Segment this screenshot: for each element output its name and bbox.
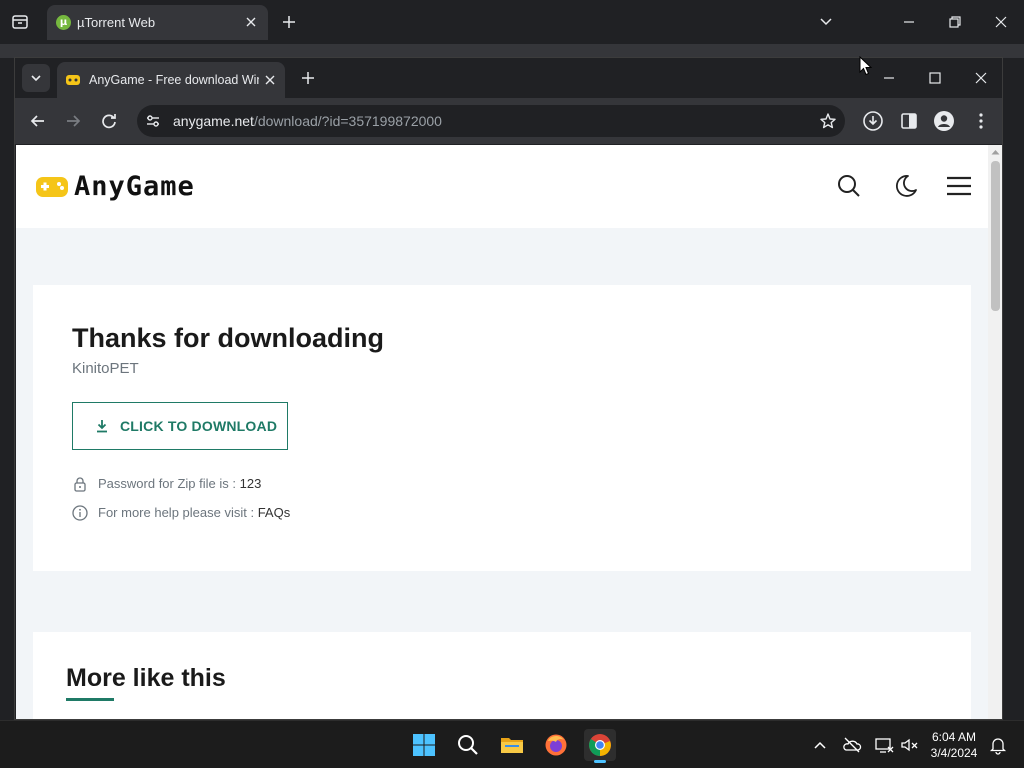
- notifications-bell-icon[interactable]: [988, 735, 1008, 755]
- faqs-link[interactable]: FAQs: [258, 505, 291, 520]
- site-settings-icon[interactable]: [145, 113, 161, 129]
- tab-utorrent-web[interactable]: µ µTorrent Web: [47, 5, 268, 40]
- password-label: Password for Zip file is :: [98, 476, 240, 491]
- reload-icon[interactable]: [98, 110, 120, 132]
- more-menu-icon[interactable]: [970, 110, 992, 132]
- url-path: /download/?id=357199872000: [253, 113, 442, 129]
- chevron-down-icon[interactable]: [816, 12, 836, 32]
- scrollbar-thumb[interactable]: [991, 161, 1000, 311]
- tab-search-button[interactable]: [22, 64, 50, 92]
- windows-taskbar: 6:04 AM 3/4/2024: [0, 720, 1024, 768]
- side-panel-icon[interactable]: [898, 110, 920, 132]
- mouse-cursor-icon: [859, 56, 873, 76]
- minimize-icon[interactable]: [899, 12, 919, 32]
- chrome-icon: [588, 733, 612, 757]
- firefox-button[interactable]: [540, 729, 572, 761]
- gamepad-logo-icon: [34, 173, 70, 201]
- click-to-download-button[interactable]: CLICK TO DOWNLOAD: [72, 402, 288, 450]
- new-tab-icon[interactable]: [300, 70, 316, 86]
- clock-time: 6:04 AM: [931, 730, 977, 744]
- maximize-icon[interactable]: [925, 68, 945, 88]
- forward-arrow-icon[interactable]: [62, 110, 84, 132]
- taskbar-search-button[interactable]: [452, 729, 484, 761]
- download-button-label: CLICK TO DOWNLOAD: [120, 418, 278, 434]
- browser-toolbar: anygame.net/download/?id=357199872000: [15, 98, 1002, 144]
- background-tab-bar: µ µTorrent Web: [0, 0, 1024, 44]
- chrome-button[interactable]: [584, 729, 616, 763]
- scroll-up-arrow-icon[interactable]: [991, 149, 1000, 155]
- restore-icon[interactable]: [945, 12, 965, 32]
- hamburger-menu-icon[interactable]: [946, 173, 972, 199]
- new-tab-icon[interactable]: [281, 14, 297, 30]
- download-icon: [95, 419, 109, 433]
- clock-date: 3/4/2024: [930, 746, 978, 760]
- start-button[interactable]: [408, 729, 440, 761]
- tab-title: AnyGame - Free download Windows games: [89, 73, 259, 87]
- tab-actions-icon[interactable]: [10, 12, 30, 32]
- dark-mode-moon-icon[interactable]: [893, 173, 919, 199]
- page-viewport: AnyGame Thanks for downloading KinitoPET…: [16, 145, 988, 719]
- utorrent-favicon-icon: µ: [56, 15, 71, 30]
- section-title: More like this: [66, 664, 226, 692]
- onedrive-offline-icon[interactable]: [842, 735, 862, 755]
- minimize-icon[interactable]: [879, 68, 899, 88]
- tab-title: µTorrent Web: [77, 15, 156, 30]
- search-icon: [456, 733, 480, 757]
- active-app-indicator: [594, 760, 606, 763]
- close-tab-icon[interactable]: [244, 15, 258, 29]
- volume-muted-icon[interactable]: [900, 735, 920, 755]
- close-window-icon[interactable]: [991, 12, 1011, 32]
- address-bar[interactable]: anygame.net/download/?id=357199872000: [137, 105, 845, 137]
- game-name: KinitoPET: [72, 360, 139, 377]
- close-tab-icon[interactable]: [263, 73, 277, 87]
- tab-bar: AnyGame - Free download Windows games: [15, 58, 1002, 98]
- file-explorer-icon: [500, 733, 524, 757]
- url-text: anygame.net/download/?id=357199872000: [173, 113, 442, 129]
- windows-start-icon: [412, 733, 436, 757]
- more-like-this-section: More like this: [33, 632, 971, 719]
- system-clock[interactable]: 6:04 AM 3/4/2024: [924, 729, 984, 761]
- help-label: For more help please visit :: [98, 505, 258, 520]
- url-host: anygame.net: [173, 113, 254, 129]
- bookmark-star-icon[interactable]: [819, 112, 837, 130]
- close-window-icon[interactable]: [971, 68, 991, 88]
- download-card: Thanks for downloading KinitoPET CLICK T…: [33, 285, 971, 571]
- firefox-icon: [544, 733, 568, 757]
- show-hidden-icons-chevron-up-icon[interactable]: [810, 735, 830, 755]
- page-scrollbar[interactable]: [988, 145, 1002, 719]
- downloads-icon[interactable]: [862, 110, 884, 132]
- file-explorer-button[interactable]: [496, 729, 528, 761]
- info-icon: [72, 505, 88, 521]
- logo-text: AnyGame: [74, 171, 195, 202]
- search-icon[interactable]: [836, 173, 862, 199]
- profile-icon[interactable]: [933, 110, 955, 132]
- anygame-favicon-icon: [65, 73, 81, 87]
- page-title: Thanks for downloading: [72, 323, 384, 353]
- network-disconnected-icon[interactable]: [874, 735, 894, 755]
- lock-icon: [72, 476, 88, 492]
- password-value: 123: [239, 476, 262, 491]
- site-header: AnyGame: [16, 145, 988, 228]
- section-title-underline: [66, 698, 114, 701]
- back-arrow-icon[interactable]: [27, 110, 49, 132]
- tab-anygame[interactable]: AnyGame - Free download Windows games: [57, 62, 285, 98]
- browser-window: AnyGame - Free download Windows games: [14, 57, 1003, 720]
